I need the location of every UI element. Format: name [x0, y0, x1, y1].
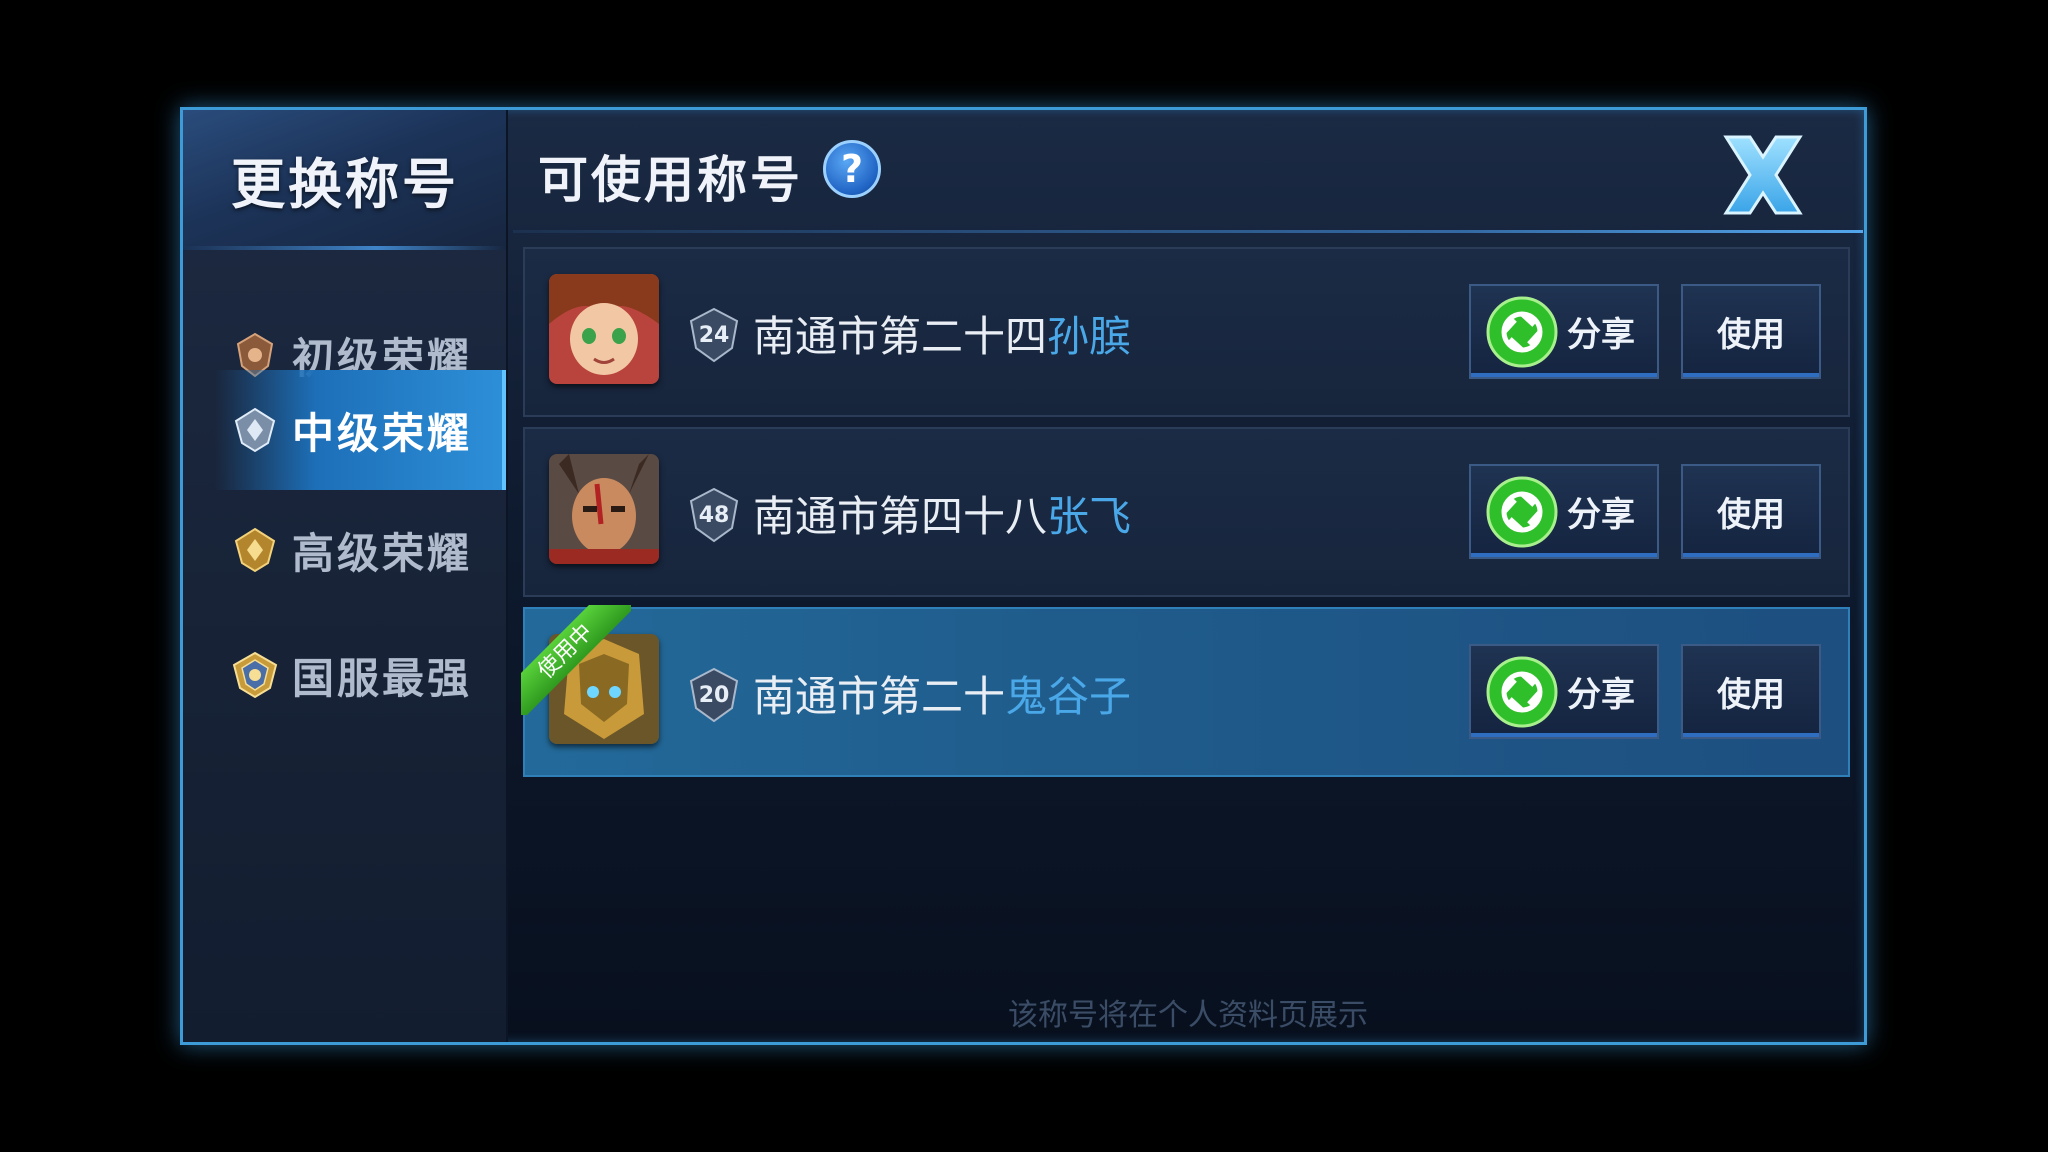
use-button[interactable]: 使用: [1681, 464, 1821, 559]
title-text: 南通市第二十四孙膑: [753, 303, 1131, 364]
silver-rank-icon: [234, 407, 276, 453]
hero-avatar-guiguzi: [549, 634, 659, 744]
sidebar-header: 更换称号: [183, 110, 506, 250]
header-divider: [513, 230, 1863, 233]
rank-number: 20: [698, 682, 730, 708]
sidebar-title: 更换称号: [231, 153, 459, 216]
sidebar-item-label: 高级荣耀: [292, 528, 473, 578]
help-button[interactable]: ?: [823, 140, 881, 198]
title-dialog: 更换称号 初级荣耀 中级荣耀 高级荣耀 国服最强 可使用称号 ? 24 南通市第…: [180, 107, 1867, 1045]
sidebar: 更换称号 初级荣耀 中级荣耀 高级荣耀 国服最强: [183, 110, 508, 1042]
title-row: 使用中 20 南通市第二十鬼谷子 分享 使用: [521, 605, 1850, 777]
hero-name: 张飞: [1047, 492, 1132, 541]
share-label: 分享: [1567, 495, 1635, 535]
hero-name: 孙膑: [1047, 312, 1132, 361]
page-title: 可使用称号: [538, 151, 803, 209]
share-icon: [1486, 656, 1558, 727]
use-button[interactable]: 使用: [1681, 644, 1821, 739]
title-prefix: 南通市第二十: [753, 672, 1006, 721]
sidebar-item-national[interactable]: 国服最强: [215, 615, 506, 735]
hero-avatar-sunbin: [549, 274, 659, 384]
gold-rank-icon: [234, 527, 276, 573]
use-button[interactable]: 使用: [1681, 284, 1821, 379]
share-icon: [1486, 296, 1558, 367]
share-button[interactable]: 分享: [1469, 284, 1659, 379]
share-button[interactable]: 分享: [1469, 644, 1659, 739]
title-text: 南通市第四十八张飞: [753, 483, 1131, 544]
share-icon: [1486, 476, 1558, 547]
hero-avatar-zhangfei: [549, 454, 659, 564]
title-prefix: 南通市第四十八: [753, 492, 1048, 541]
share-label: 分享: [1567, 675, 1635, 715]
share-label: 分享: [1567, 315, 1635, 355]
title-prefix: 南通市第二十四: [753, 312, 1048, 361]
national-rank-icon: [232, 651, 278, 699]
share-button[interactable]: 分享: [1469, 464, 1659, 559]
sidebar-item-label: 中级荣耀: [292, 408, 473, 458]
footer-note: 该称号将在个人资料页展示: [1008, 998, 1368, 1033]
hero-name: 鬼谷子: [1005, 672, 1132, 721]
sidebar-item-gold[interactable]: 高级荣耀: [215, 490, 506, 610]
rank-number: 48: [698, 502, 730, 528]
rank-number: 24: [698, 322, 730, 348]
close-icon[interactable]: [1708, 125, 1818, 225]
sidebar-item-silver[interactable]: 中级荣耀: [215, 370, 506, 490]
sidebar-item-label: 国服最强: [292, 653, 473, 703]
title-row: 24 南通市第二十四孙膑 分享 使用: [523, 247, 1850, 417]
title-row: 48 南通市第四十八张飞 分享 使用: [523, 427, 1850, 597]
title-text: 南通市第二十鬼谷子: [753, 663, 1131, 724]
